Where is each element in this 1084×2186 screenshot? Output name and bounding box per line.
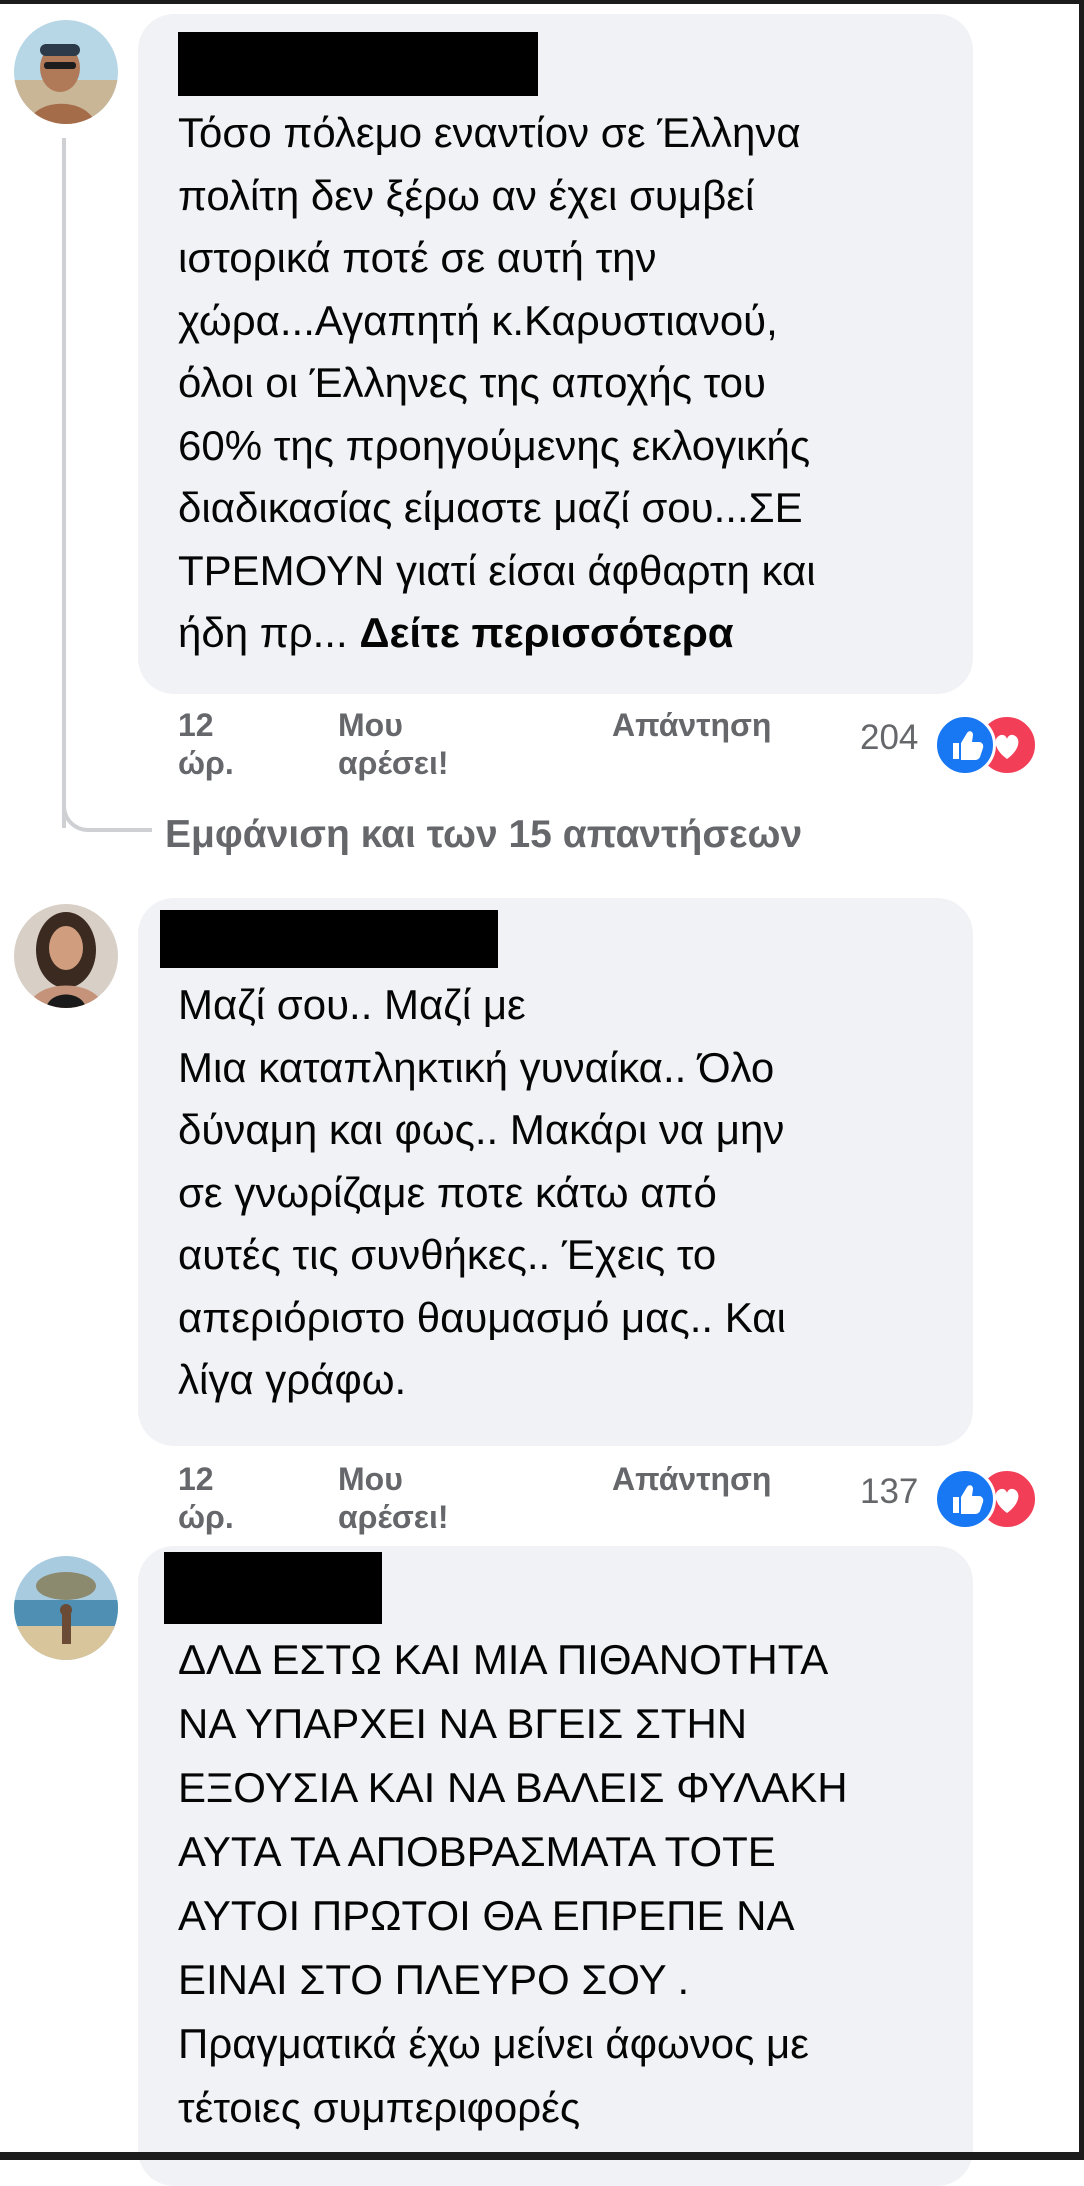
window-top-border: [0, 0, 1084, 4]
comment-actions: 12 ώρ. Μου αρέσει! Απάντηση 137: [0, 1460, 1084, 1550]
comment-text: ΔΛΔ ΕΣΤΩ ΚΑΙ ΜΙΑ ΠΙΘΑΝΟΤΗΤΑ ΝΑ ΥΠΑΡΧΕΙ Ν…: [178, 1628, 939, 2140]
comment-bubble: Μαζί σου.. Μαζί με Μια καταπληκτική γυνα…: [138, 898, 973, 1446]
avatar-photo-beach: [14, 1556, 118, 1660]
comment-bubble: Τόσο πόλεμο εναντίον σε Έλληνα πολίτη δε…: [138, 14, 973, 694]
comment-body: Τόσο πόλεμο εναντίον σε Έλληνα πολίτη δε…: [178, 109, 816, 656]
reaction-count[interactable]: 204: [860, 718, 918, 758]
like-icon: [934, 714, 996, 776]
comment-body: Μαζί σου.. Μαζί με Μια καταπληκτική γυνα…: [178, 981, 786, 1403]
commenter-avatar[interactable]: [14, 1556, 118, 1660]
avatar-photo-woman: [14, 904, 118, 1008]
reply-button[interactable]: Απάντηση: [612, 706, 771, 744]
window-bottom-border: [0, 2152, 1084, 2160]
view-replies-link[interactable]: Εμφάνιση και των 15 απαντήσεων: [165, 812, 802, 858]
commenter-avatar[interactable]: [14, 904, 118, 1008]
comment-actions: 12 ώρ. Μου αρέσει! Απάντηση 204: [0, 706, 1084, 796]
comment-text: Τόσο πόλεμο εναντίον σε Έλληνα πολίτη δε…: [178, 102, 939, 665]
reaction-summary[interactable]: [934, 1468, 1046, 1530]
comment-timestamp[interactable]: 12 ώρ.: [178, 1460, 238, 1536]
reply-button[interactable]: Απάντηση: [612, 1460, 771, 1498]
comment-body: ΔΛΔ ΕΣΤΩ ΚΑΙ ΜΙΑ ΠΙΘΑΝΟΤΗΤΑ ΝΑ ΥΠΑΡΧΕΙ Ν…: [178, 1636, 848, 2131]
window-right-border: [1079, 0, 1084, 2160]
reaction-count[interactable]: 137: [860, 1472, 918, 1512]
comment-bubble: ΔΛΔ ΕΣΤΩ ΚΑΙ ΜΙΑ ΠΙΘΑΝΟΤΗΤΑ ΝΑ ΥΠΑΡΧΕΙ Ν…: [138, 1546, 973, 2186]
avatar-photo-man-sunglasses: [14, 20, 118, 124]
comment-text: Μαζί σου.. Μαζί με Μια καταπληκτική γυνα…: [178, 974, 939, 1412]
comment-timestamp[interactable]: 12 ώρ.: [178, 706, 238, 782]
redacted-author-name: [164, 1552, 382, 1624]
reaction-summary[interactable]: [934, 714, 1046, 776]
like-button[interactable]: Μου αρέσει!: [338, 1460, 488, 1536]
like-icon: [934, 1468, 996, 1530]
commenter-avatar[interactable]: [14, 20, 118, 124]
like-button[interactable]: Μου αρέσει!: [338, 706, 488, 782]
redacted-author-name: [160, 910, 498, 968]
see-more-link[interactable]: Δείτε περισσότερα: [359, 609, 733, 656]
redacted-author-name: [178, 32, 538, 96]
